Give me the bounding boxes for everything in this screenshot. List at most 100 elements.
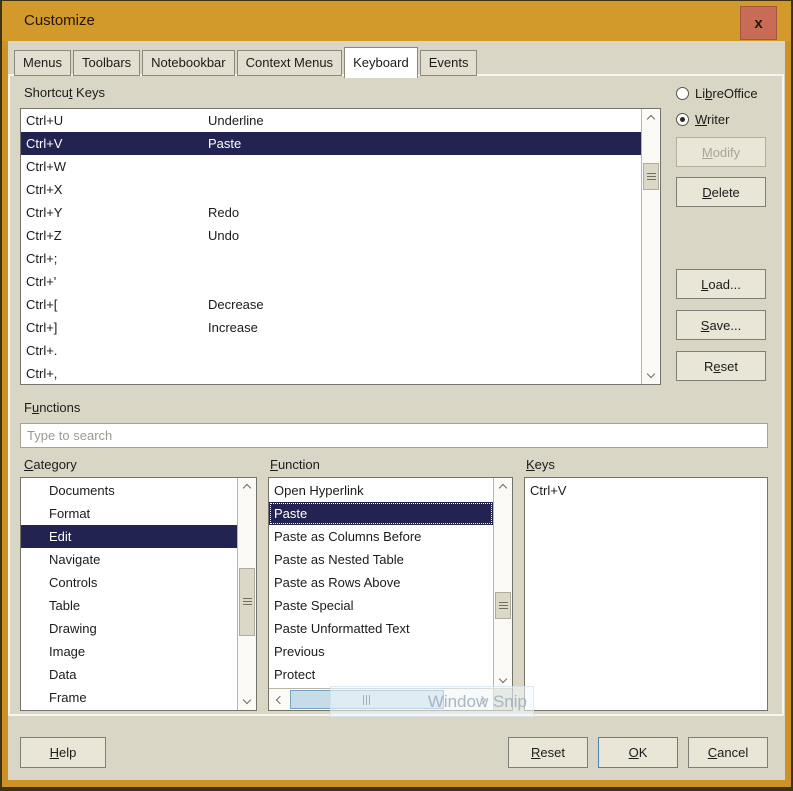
tab-keyboard[interactable]: Keyboard (344, 47, 418, 78)
function-rows: Open Hyperlink Paste Paste as Columns Be… (269, 479, 493, 686)
chevron-down-icon (647, 370, 655, 378)
shortcut-action: Undo (208, 228, 239, 243)
function-item[interactable]: Previous (269, 640, 493, 663)
chevron-up-icon (647, 115, 655, 123)
shortcut-row[interactable]: Ctrl+W (21, 155, 641, 178)
tab-strip: Menus Toolbars Notebookbar Context Menus… (14, 47, 479, 76)
tab-notebookbar[interactable]: Notebookbar (142, 50, 234, 76)
shortcut-key: Ctrl+Y (26, 205, 208, 220)
shortcut-row[interactable]: Ctrl+UUnderline (21, 109, 641, 132)
category-rows: Documents Format Edit Navigate Controls … (21, 479, 237, 709)
scrollbar-thumb-horizontal[interactable] (290, 690, 444, 709)
shortcut-row[interactable]: Ctrl+. (21, 339, 641, 362)
tab-context-menus[interactable]: Context Menus (237, 50, 342, 76)
keys-label: Keys (526, 457, 555, 472)
scroll-up-button[interactable] (642, 109, 660, 126)
function-item[interactable]: Paste as Columns Before (269, 525, 493, 548)
function-item[interactable]: Protect (269, 663, 493, 686)
search-input[interactable] (20, 423, 768, 448)
keys-item[interactable]: Ctrl+V (525, 480, 767, 501)
scroll-up-button[interactable] (238, 478, 256, 495)
category-item[interactable]: Image (21, 640, 237, 663)
radio-writer-label: Writer (695, 112, 729, 127)
shortcut-key: Ctrl+[ (26, 297, 208, 312)
category-item[interactable]: Navigate (21, 548, 237, 571)
chevron-left-icon (276, 695, 284, 703)
scroll-up-button[interactable] (494, 478, 512, 495)
category-item[interactable]: Frame (21, 686, 237, 709)
scrollbar-thumb[interactable] (239, 568, 255, 636)
category-item[interactable]: Format (21, 502, 237, 525)
reset-keyboard-button[interactable]: Reset (676, 351, 766, 381)
help-button[interactable]: Help (20, 737, 106, 768)
scroll-down-button[interactable] (642, 367, 660, 384)
function-item[interactable]: Paste Unformatted Text (269, 617, 493, 640)
function-list[interactable]: Open Hyperlink Paste Paste as Columns Be… (268, 477, 513, 711)
shortcut-key: Ctrl+] (26, 320, 208, 335)
chevron-down-icon (499, 675, 507, 683)
function-item-selected[interactable]: Paste (269, 502, 493, 525)
shortcut-list-scrollbar[interactable] (641, 109, 660, 384)
function-vscrollbar[interactable] (493, 478, 512, 689)
shortcut-keys-label: Shortcut Keys (24, 85, 105, 100)
shortcut-row[interactable]: Ctrl+ZUndo (21, 224, 641, 247)
load-button[interactable]: Load... (676, 269, 766, 299)
cancel-button[interactable]: Cancel (688, 737, 768, 768)
shortcut-row[interactable]: Ctrl+YRedo (21, 201, 641, 224)
category-item[interactable]: Controls (21, 571, 237, 594)
radio-libreoffice[interactable]: LibreOffice (676, 86, 758, 101)
shortcut-rows: Ctrl+UUnderline Ctrl+VPaste Ctrl+W Ctrl+… (21, 109, 641, 385)
scroll-down-button[interactable] (494, 672, 512, 689)
chevron-up-icon (243, 484, 251, 492)
shortcut-row[interactable]: Ctrl+X (21, 178, 641, 201)
shortcut-row[interactable]: Ctrl+[Decrease (21, 293, 641, 316)
category-item[interactable]: Data (21, 663, 237, 686)
window-title: Customize (24, 1, 95, 41)
modify-button[interactable]: Modify (676, 137, 766, 167)
save-button[interactable]: Save... (676, 310, 766, 340)
scroll-left-button[interactable] (269, 689, 288, 710)
tab-toolbars[interactable]: Toolbars (73, 50, 140, 76)
dialog-body: Menus Toolbars Notebookbar Context Menus… (8, 41, 785, 780)
radio-selected-icon (676, 113, 689, 126)
delete-button[interactable]: Delete (676, 177, 766, 207)
customize-dialog-window: Customize x Menus Toolbars Notebookbar C… (0, 0, 793, 791)
keys-rows: Ctrl+V (525, 480, 767, 501)
tab-events[interactable]: Events (420, 50, 478, 76)
function-label: Function (270, 457, 320, 472)
titlebar[interactable]: Customize x (2, 1, 791, 41)
function-item[interactable]: Paste as Rows Above (269, 571, 493, 594)
category-item[interactable]: Table (21, 594, 237, 617)
category-item[interactable]: Drawing (21, 617, 237, 640)
grip-icon (647, 173, 656, 181)
radio-writer[interactable]: Writer (676, 112, 729, 127)
shortcut-action: Paste (208, 136, 241, 151)
grip-icon (499, 602, 508, 610)
scrollbar-corner (493, 688, 512, 710)
shortcut-row-selected[interactable]: Ctrl+VPaste (21, 132, 641, 155)
scrollbar-thumb[interactable] (495, 592, 511, 619)
tab-menus[interactable]: Menus (14, 50, 71, 76)
function-item[interactable]: Paste as Nested Table (269, 548, 493, 571)
function-hscrollbar[interactable] (269, 688, 493, 710)
shortcut-row[interactable]: Ctrl+, (21, 362, 641, 385)
category-item-selected[interactable]: Edit (21, 525, 237, 548)
chevron-up-icon (499, 484, 507, 492)
ok-button[interactable]: OK (598, 737, 678, 768)
reset-button[interactable]: Reset (508, 737, 588, 768)
category-item[interactable]: Documents (21, 479, 237, 502)
scroll-right-button[interactable] (474, 689, 493, 710)
category-label: Category (24, 457, 77, 472)
category-scrollbar[interactable] (237, 478, 256, 710)
function-item[interactable]: Open Hyperlink (269, 479, 493, 502)
scrollbar-thumb[interactable] (643, 163, 659, 190)
category-list[interactable]: Documents Format Edit Navigate Controls … (20, 477, 257, 711)
scroll-down-button[interactable] (238, 693, 256, 710)
shortcut-row[interactable]: Ctrl+; (21, 247, 641, 270)
shortcut-row[interactable]: Ctrl+' (21, 270, 641, 293)
shortcut-keys-list[interactable]: Ctrl+UUnderline Ctrl+VPaste Ctrl+W Ctrl+… (20, 108, 661, 385)
function-item[interactable]: Paste Special (269, 594, 493, 617)
shortcut-row[interactable]: Ctrl+]Increase (21, 316, 641, 339)
close-button[interactable]: x (740, 6, 777, 40)
keys-list[interactable]: Ctrl+V (524, 477, 768, 711)
